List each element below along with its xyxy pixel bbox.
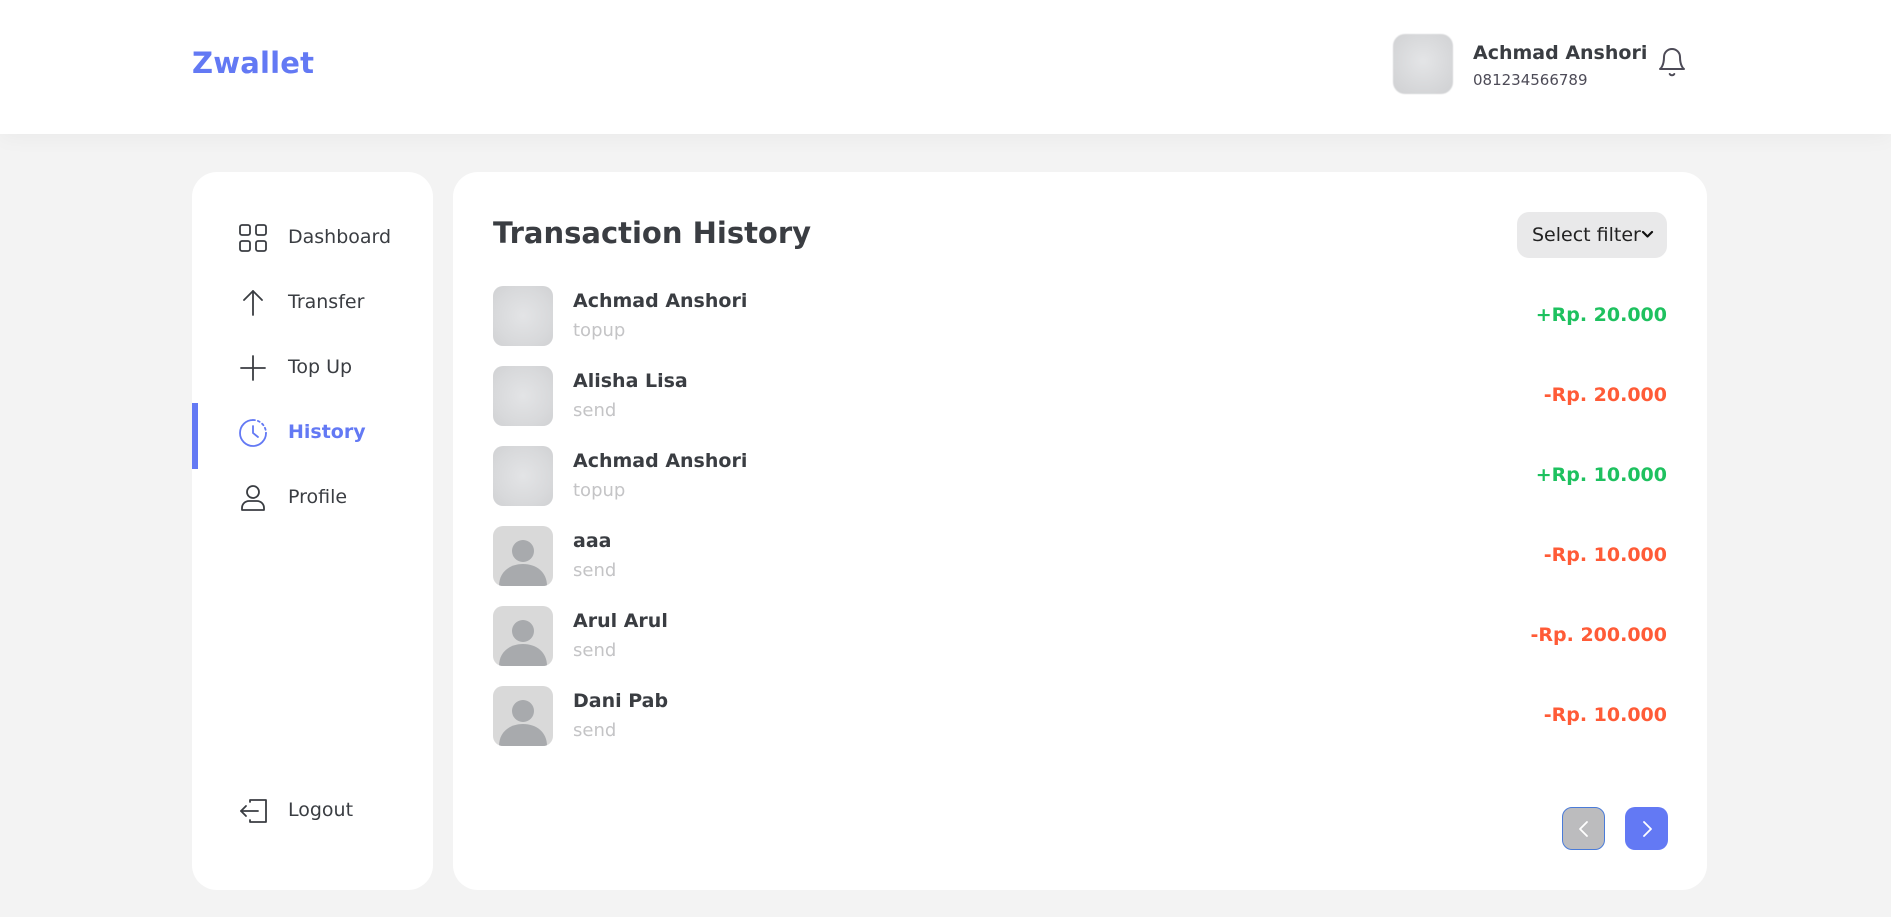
- user-phone: 081234566789: [1473, 71, 1588, 89]
- brand-logo[interactable]: Zwallet: [192, 46, 314, 80]
- sidebar-item-label: Transfer: [288, 291, 365, 313]
- sidebar-item-label: Dashboard: [288, 226, 392, 248]
- avatar: [493, 526, 553, 586]
- logout-button[interactable]: Logout: [192, 781, 433, 841]
- logout-icon: [240, 799, 267, 823]
- transaction-row[interactable]: aaa send -Rp. 10.000: [493, 526, 1667, 588]
- sidebar: Dashboard Transfer Top Up History Profil…: [192, 172, 433, 890]
- default-user-icon: [499, 700, 547, 746]
- user-icon: [241, 485, 265, 511]
- sidebar-item-history[interactable]: History: [192, 403, 433, 469]
- sidebar-item-dashboard[interactable]: Dashboard: [192, 208, 433, 268]
- clock-icon: [239, 419, 267, 447]
- transaction-row[interactable]: Arul Arul send -Rp. 200.000: [493, 606, 1667, 668]
- avatar: [493, 366, 553, 426]
- transaction-type: topup: [573, 320, 626, 341]
- transaction-name: Arul Arul: [573, 610, 668, 632]
- transaction-amount: -Rp. 10.000: [1543, 704, 1667, 726]
- bell-icon[interactable]: [1656, 46, 1688, 80]
- transaction-amount: +Rp. 10.000: [1535, 464, 1667, 486]
- chevron-left-icon: [1578, 820, 1588, 837]
- transaction-amount: +Rp. 20.000: [1535, 304, 1667, 326]
- transaction-row[interactable]: Dani Pab send -Rp. 10.000: [493, 686, 1667, 748]
- sidebar-item-profile[interactable]: Profile: [192, 468, 433, 528]
- transaction-row[interactable]: Achmad Anshori topup +Rp. 20.000: [493, 286, 1667, 348]
- transaction-name: aaa: [573, 530, 612, 552]
- chevron-right-icon: [1642, 820, 1652, 837]
- sidebar-item-top-up[interactable]: Top Up: [192, 338, 433, 398]
- avatar[interactable]: [1393, 34, 1453, 94]
- filter-select-value: Select filter: [1532, 224, 1641, 246]
- transaction-type: send: [573, 560, 617, 581]
- transaction-type: send: [573, 720, 617, 741]
- filter-select[interactable]: Select filter: [1517, 212, 1667, 258]
- transaction-amount: -Rp. 10.000: [1543, 544, 1667, 566]
- transaction-name: Achmad Anshori: [573, 450, 748, 472]
- page-title: Transaction History: [493, 216, 812, 250]
- default-user-icon: [499, 620, 547, 666]
- avatar: [493, 286, 553, 346]
- sidebar-item-label: Top Up: [288, 356, 353, 378]
- sidebar-item-label: History: [288, 421, 366, 443]
- arrow-up-icon: [243, 290, 263, 316]
- transaction-row[interactable]: Achmad Anshori topup +Rp. 10.000: [493, 446, 1667, 508]
- transaction-type: send: [573, 640, 617, 661]
- chevron-down-icon: [1641, 230, 1654, 238]
- transaction-name: Dani Pab: [573, 690, 669, 712]
- transaction-history-panel: Transaction History Select filter Achmad…: [453, 172, 1707, 890]
- user-name: Achmad Anshori: [1473, 42, 1648, 64]
- transaction-type: topup: [573, 480, 626, 501]
- previous-page-button[interactable]: [1562, 807, 1605, 850]
- logout-label: Logout: [288, 799, 354, 821]
- transaction-type: send: [573, 400, 617, 421]
- transaction-name: Alisha Lisa: [573, 370, 688, 392]
- avatar: [493, 606, 553, 666]
- plus-icon: [240, 355, 266, 381]
- next-page-button[interactable]: [1625, 807, 1668, 850]
- sidebar-item-transfer[interactable]: Transfer: [192, 273, 433, 333]
- transaction-amount: -Rp. 200.000: [1530, 624, 1668, 646]
- transaction-row[interactable]: Alisha Lisa send -Rp. 20.000: [493, 366, 1667, 428]
- avatar: [493, 686, 553, 746]
- avatar: [493, 446, 553, 506]
- top-header: Zwallet Achmad Anshori 081234566789: [0, 0, 1891, 134]
- grid-icon: [239, 224, 267, 252]
- default-user-icon: [499, 540, 547, 586]
- transaction-name: Achmad Anshori: [573, 290, 748, 312]
- sidebar-item-label: Profile: [288, 486, 348, 508]
- transaction-amount: -Rp. 20.000: [1543, 384, 1667, 406]
